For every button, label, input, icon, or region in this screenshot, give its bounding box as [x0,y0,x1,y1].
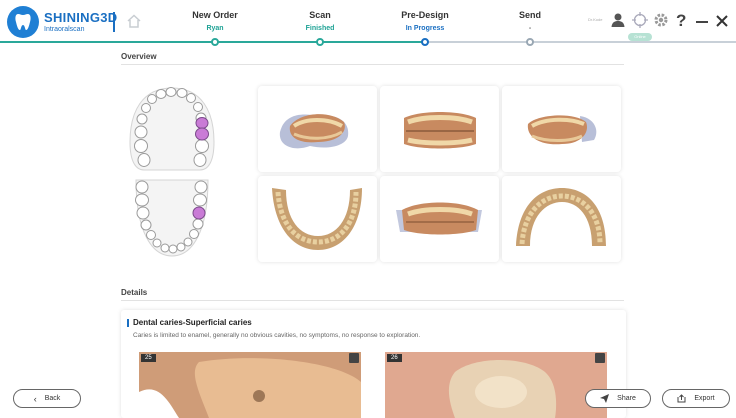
export-button[interactable]: Export [662,389,730,408]
details-divider [121,300,624,301]
scan-thumbnail-1[interactable] [258,86,377,172]
chevron-left-icon: ‹ [33,393,37,404]
shining3d-logo [7,6,39,38]
tooth-number-badge: 26 [387,354,402,362]
tooth-25[interactable] [195,117,209,129]
step-status: Ryan [206,25,224,32]
crosshair-icon[interactable] [632,12,648,28]
settings-icon[interactable] [653,12,669,28]
step-title: New Order [192,10,238,20]
status-pill: Online [628,33,652,41]
help-icon[interactable]: ? [676,11,686,31]
export-label: Export [694,395,715,402]
share-button[interactable]: Share [585,389,651,408]
step-dot-new-order [211,38,219,46]
step-pre-design[interactable]: Pre-Design In Progress [365,10,485,33]
user-name: Dr.Kode [588,17,603,22]
tooth-number-badge: 25 [141,354,156,362]
tooth-logo-icon [15,14,31,30]
trash-icon[interactable] [349,353,359,363]
intraoral-photo-25[interactable]: 25 [139,352,361,418]
tooth-chart[interactable] [122,82,222,262]
step-status: - [528,25,532,32]
step-scan[interactable]: Scan Finished [260,10,380,33]
scan-thumbnail-3[interactable] [502,86,621,172]
progress-line-pending [428,41,736,43]
tooth-36[interactable] [192,206,206,220]
overview-divider [121,64,624,65]
trash-icon[interactable] [595,353,605,363]
step-new-order[interactable]: New Order Ryan [155,10,275,33]
close-icon[interactable] [716,15,728,27]
product-name: Intraoralscan [44,26,85,33]
scan-thumbnail-4[interactable] [258,176,377,262]
step-send[interactable]: Send - [470,10,590,33]
home-icon[interactable] [126,13,142,29]
step-dot-send [526,38,534,46]
back-label: Back [44,395,61,402]
step-dot-pre-design [421,38,429,46]
tooth-26[interactable] [195,127,209,141]
share-icon [600,394,610,403]
step-status: In Progress [405,25,445,32]
minimize-icon[interactable] [696,21,708,23]
finding-accent-bar [127,319,129,327]
step-title: Send [518,10,541,20]
scan-thumbnail-6[interactable] [502,176,621,262]
step-status: Finished [305,25,335,32]
scan-thumbnail-2[interactable] [380,86,499,172]
header-divider [113,12,115,32]
back-button[interactable]: ‹ Back [13,389,81,408]
finding-title: Dental caries-Superficial caries [133,318,252,327]
finding-description: Caries is limited to enamel, generally n… [133,332,421,339]
step-dot-scan [316,38,324,46]
step-title: Pre-Design [401,10,449,20]
user-icon[interactable] [611,12,625,28]
app-header: SHINING3D Intraoralscan New Order Ryan S… [0,0,736,46]
export-icon [677,394,686,403]
details-title: Details [121,288,148,297]
scan-thumbnail-5[interactable] [380,176,499,262]
intraoral-photo-26[interactable]: 26 [385,352,607,418]
brand-block: SHINING3D Intraoralscan [44,11,118,34]
brand-name: SHINING3D [44,10,118,25]
share-label: Share [617,395,636,402]
step-title: Scan [309,10,331,20]
overview-title: Overview [121,52,157,61]
